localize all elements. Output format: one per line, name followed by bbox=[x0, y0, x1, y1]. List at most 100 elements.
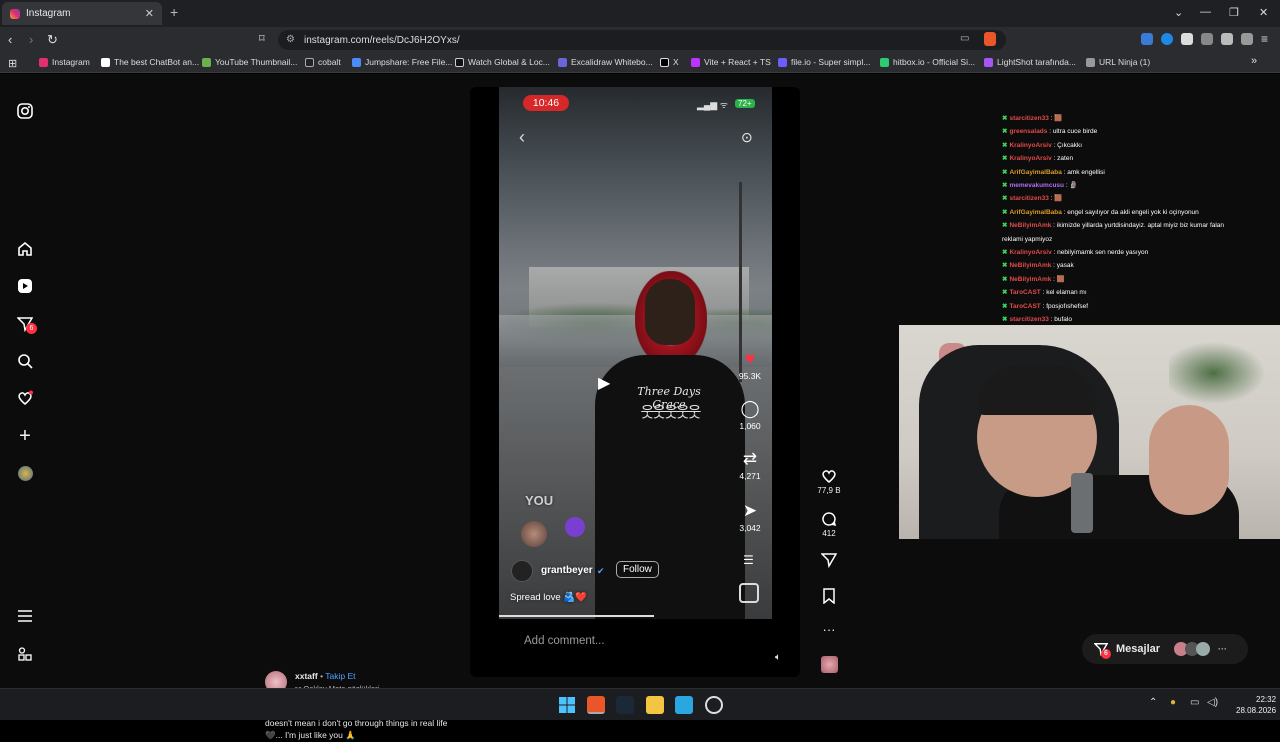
system-clock[interactable]: 22:32 28.08.2026 bbox=[1236, 694, 1276, 716]
chat-badge-icon: ✖ bbox=[1002, 222, 1008, 230]
file-explorer-icon[interactable] bbox=[646, 696, 664, 714]
reload-icon[interactable]: ↻ bbox=[47, 32, 58, 48]
bookmark-page-icon[interactable]: ⌑ bbox=[259, 32, 265, 45]
notifications-heart-icon[interactable] bbox=[16, 389, 34, 407]
url-bar[interactable]: ⚙ instagram.com/reels/DcJ6H2OYxs/ ▭ bbox=[278, 30, 1006, 50]
messages-button[interactable]: 6 Mesajlar ··· bbox=[1082, 634, 1248, 664]
extension-blue-icon[interactable] bbox=[1161, 33, 1173, 45]
chat-badge-icon: ✖ bbox=[1002, 302, 1008, 310]
windows-taskbar: ⌃ ● ▭ ◁) 22:32 28.08.2026 bbox=[0, 688, 1280, 720]
network-icon[interactable]: ▭ bbox=[1190, 697, 1199, 708]
author-username[interactable]: xxtaff bbox=[295, 671, 318, 681]
like-button[interactable]: 77,9 B bbox=[812, 468, 846, 495]
brave-shield-icon[interactable] bbox=[984, 32, 996, 46]
bookmark-item[interactable]: YouTube Thumbnail... bbox=[202, 57, 297, 67]
reels-icon[interactable] bbox=[16, 277, 34, 295]
store-taskbar-icon[interactable] bbox=[675, 696, 693, 714]
extensions-puzzle-icon[interactable] bbox=[1201, 33, 1213, 45]
also-from-meta-icon[interactable] bbox=[16, 645, 34, 663]
bookmark-item[interactable]: Jumpshare: Free File... bbox=[352, 57, 452, 67]
phone-back-icon: ‹ bbox=[519, 127, 525, 147]
extension-audio-icon[interactable] bbox=[1141, 33, 1153, 45]
bookmark-item[interactable]: hitbox.io - Official Si... bbox=[880, 57, 975, 67]
bookmarks-bar: ⊞ Instagram The best ChatBot an... YouTu… bbox=[0, 53, 1280, 73]
tab-close-icon[interactable]: ✕ bbox=[145, 7, 154, 20]
chat-username: KralinyoArsiv bbox=[1009, 249, 1052, 257]
url-text: instagram.com/reels/DcJ6H2OYxs/ bbox=[304, 34, 460, 46]
phone-comment-icon: ◯ bbox=[740, 399, 760, 418]
bookmark-item[interactable]: cobalt bbox=[305, 57, 341, 67]
mute-icon[interactable]: 🔈︎ bbox=[775, 652, 781, 663]
apps-grid-icon[interactable]: ⊞ bbox=[8, 57, 17, 70]
more-menu-icon[interactable] bbox=[16, 607, 34, 625]
audio-thumbnail[interactable] bbox=[812, 656, 846, 673]
minimize-icon[interactable]: — bbox=[1200, 6, 1211, 18]
instagram-logo-icon[interactable] bbox=[16, 102, 34, 120]
bookmark-item[interactable]: Instagram bbox=[39, 57, 90, 67]
steam-taskbar-icon[interactable] bbox=[616, 696, 634, 714]
volume-icon[interactable]: ◁) bbox=[1207, 697, 1218, 708]
tray-chevron-icon[interactable]: ⌃ bbox=[1149, 697, 1157, 708]
messages-badge: 6 bbox=[1101, 649, 1111, 659]
comment-count: 412 bbox=[822, 529, 836, 538]
add-comment-input[interactable]: Add comment... bbox=[499, 627, 772, 655]
brave-taskbar-icon[interactable] bbox=[587, 696, 605, 714]
chat-message: ✖ KralinyoArsiv : zaten bbox=[1002, 155, 1074, 163]
phone-share-icon: ➤ bbox=[742, 501, 758, 520]
bookmark-item[interactable]: Watch Global & Loc... bbox=[455, 57, 550, 67]
shirt-figures: 웃웃웃웃웃 bbox=[640, 404, 701, 421]
chat-message: ✖ NeBilyimAmk : 🟫 bbox=[1002, 275, 1065, 283]
comment-button[interactable]: 412 bbox=[812, 511, 846, 538]
bookmark-item[interactable]: The best ChatBot an... bbox=[101, 57, 199, 67]
chat-text: Çıkcakkı bbox=[1057, 141, 1083, 149]
close-window-icon[interactable]: ✕ bbox=[1259, 6, 1268, 19]
follow-button[interactable]: Takip Et bbox=[325, 671, 355, 681]
search-icon[interactable] bbox=[16, 352, 34, 370]
video-progress-bar[interactable] bbox=[499, 615, 654, 617]
bookmark-item[interactable]: LightShot tarafında... bbox=[984, 57, 1076, 67]
more-options-icon[interactable]: ··· bbox=[812, 622, 846, 637]
chat-text: 🟫 bbox=[1054, 195, 1063, 203]
play-icon[interactable]: ▶ bbox=[598, 373, 610, 393]
profile-avatar-icon[interactable] bbox=[16, 464, 34, 482]
back-icon[interactable]: ‹ bbox=[8, 32, 12, 47]
bookmark-item[interactable]: Vite + React + TS bbox=[691, 57, 771, 67]
bookmarks-overflow-icon[interactable]: » bbox=[1251, 55, 1257, 67]
chat-username: ArifGayimalBaba bbox=[1009, 168, 1062, 176]
phone-caption: Spread love 🫂❤️ bbox=[510, 592, 587, 603]
reel-player[interactable]: Three Days Grace 웃웃웃웃웃 10:46 ▂▄▆ ᯤ 72+ ‹… bbox=[470, 87, 800, 677]
tab-instagram[interactable]: Instagram ✕ bbox=[2, 2, 162, 25]
chat-message: ✖ NeBilyimAmk : ikimizde yillarda yurtdis… bbox=[1002, 222, 1225, 230]
browser-tab-bar: Instagram ✕ + ⌄ — ❐ ✕ bbox=[0, 0, 1280, 27]
vpn-icon[interactable] bbox=[1241, 33, 1253, 45]
bookmark-item[interactable]: X bbox=[660, 57, 679, 67]
reel-video[interactable]: Three Days Grace 웃웃웃웃웃 10:46 ▂▄▆ ᯤ 72+ ‹… bbox=[499, 87, 772, 619]
messages-icon: 6 bbox=[1094, 642, 1111, 659]
menu-icon[interactable]: ≡ bbox=[1261, 32, 1268, 46]
forward-icon[interactable]: › bbox=[29, 32, 33, 47]
windows-start-icon[interactable] bbox=[558, 696, 576, 714]
bookmark-item[interactable]: file.io - Super simpl... bbox=[778, 57, 870, 67]
chat-message: reklami yapmiyoz bbox=[1002, 233, 1280, 246]
media-icon[interactable] bbox=[1221, 33, 1233, 45]
chat-text: kel elaman mı bbox=[1046, 289, 1087, 297]
microphone-tray-icon[interactable]: ● bbox=[1170, 697, 1176, 708]
extension-gray-icon[interactable] bbox=[1181, 33, 1193, 45]
new-tab-button[interactable]: + bbox=[170, 4, 178, 20]
direct-messages-icon[interactable]: 6 bbox=[16, 315, 37, 334]
cast-icon[interactable]: ▭ bbox=[960, 33, 969, 44]
save-button[interactable] bbox=[812, 588, 846, 604]
tab-list-chevron-icon[interactable]: ⌄ bbox=[1174, 6, 1183, 19]
restore-icon[interactable]: ❐ bbox=[1229, 6, 1239, 19]
site-settings-icon[interactable]: ⚙ bbox=[286, 34, 295, 45]
notification-badge: 6 bbox=[26, 323, 37, 334]
app-taskbar-icon[interactable] bbox=[705, 696, 723, 714]
chat-badge-icon: ✖ bbox=[1002, 182, 1008, 190]
share-button[interactable] bbox=[812, 552, 846, 568]
create-plus-icon[interactable]: + bbox=[16, 425, 34, 447]
chat-username: NeBilyimAmk bbox=[1009, 275, 1052, 283]
chat-text: reklami yapmiyoz bbox=[1002, 235, 1053, 243]
bookmark-item[interactable]: URL Ninja (1) bbox=[1086, 57, 1150, 67]
bookmark-item[interactable]: Excalidraw Whitebo... bbox=[558, 57, 653, 67]
home-icon[interactable] bbox=[16, 240, 34, 258]
